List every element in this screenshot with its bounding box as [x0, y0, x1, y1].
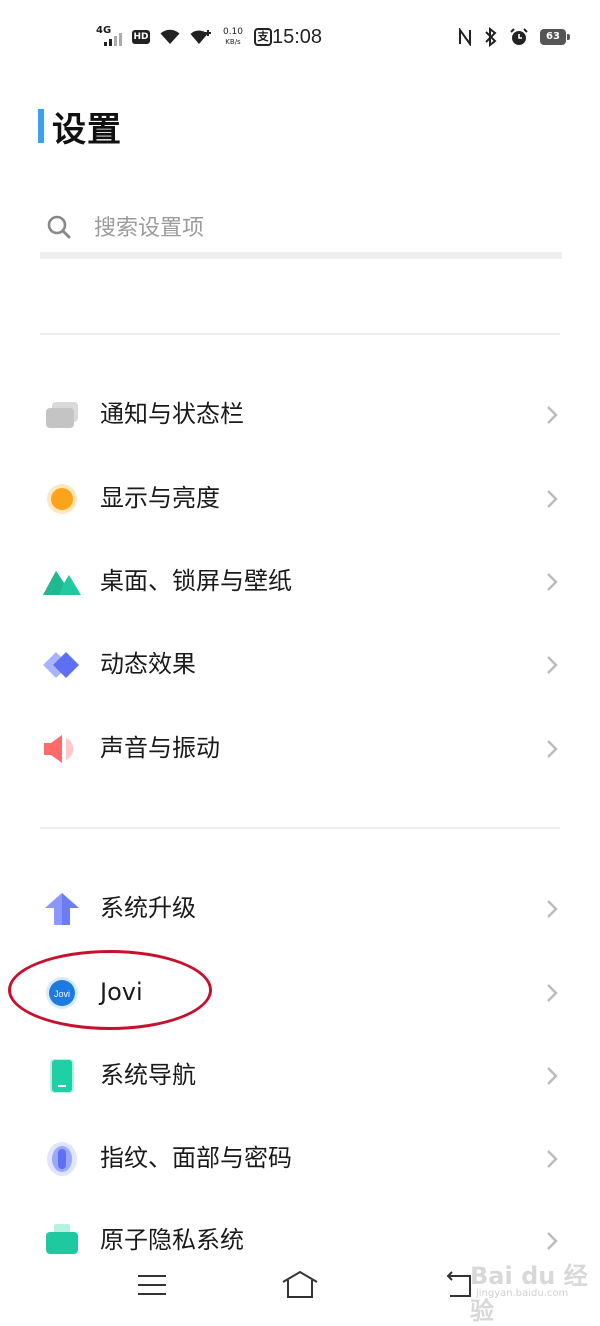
battery-indicator: 63: [540, 29, 570, 45]
settings-item-label: 系统升级: [100, 894, 196, 922]
settings-item-notification[interactable]: 通知与状态栏: [0, 374, 600, 454]
net-speed-value: 0.10: [222, 27, 244, 37]
settings-item-label: 声音与振动: [100, 734, 220, 762]
svg-text:Jovi: Jovi: [54, 989, 70, 999]
wifi-hotspot-icon: [190, 30, 211, 44]
status-left: 4G HD 0.10 KB/s 支: [96, 22, 272, 52]
settings-item-label: 桌面、锁屏与壁纸: [100, 567, 292, 595]
net-speed-unit: KB/s: [225, 38, 241, 46]
settings-item-sound[interactable]: 声音与振动: [0, 708, 600, 788]
settings-item-wallpaper[interactable]: 桌面、锁屏与壁纸: [0, 541, 600, 621]
page-header: 设置: [38, 104, 122, 150]
settings-item-label: 显示与亮度: [100, 484, 220, 512]
settings-item-label: 指纹、面部与密码: [100, 1144, 292, 1172]
chevron-right-icon: [547, 1067, 558, 1085]
phone-navigation-icon: [50, 1059, 74, 1093]
settings-item-system-upgrade[interactable]: 系统升级: [0, 868, 600, 948]
speaker-icon: [44, 735, 74, 763]
menu-icon[interactable]: [132, 1270, 172, 1300]
watermark-url: jingyan.baidu.com: [476, 1288, 569, 1299]
alarm-icon: [510, 28, 528, 45]
jovi-icon: Jovi: [46, 977, 78, 1009]
search-icon: [47, 215, 71, 239]
chevron-right-icon: [547, 1150, 558, 1168]
settings-item-label: 系统导航: [100, 1061, 196, 1089]
watermark-logo: Bai du 经验 jingyan.baidu.com: [470, 1256, 590, 1325]
animation-icon: [43, 652, 79, 678]
chevron-right-icon: [547, 573, 558, 591]
clock: 15:08: [272, 26, 323, 48]
search-input[interactable]: [92, 208, 536, 248]
settings-item-fingerprint[interactable]: 指纹、面部与密码: [0, 1118, 600, 1198]
alipay-icon: 支: [254, 28, 272, 46]
page-title: 设置: [52, 109, 122, 150]
chevron-right-icon: [547, 740, 558, 758]
hd-badge: HD: [132, 30, 150, 44]
search-underline: [40, 252, 562, 259]
fingerprint-icon: [47, 1142, 77, 1176]
signal-icon: 4G: [96, 26, 122, 48]
chevron-right-icon: [547, 984, 558, 1002]
chevron-right-icon: [547, 406, 558, 424]
net-speed: 0.10 KB/s: [222, 27, 244, 47]
chevron-right-icon: [547, 900, 558, 918]
upgrade-arrow-icon: [45, 893, 79, 925]
settings-item-label: Jovi: [100, 978, 143, 1006]
title-accent-bar: [38, 109, 44, 143]
home-icon[interactable]: [280, 1270, 320, 1300]
section-divider: [40, 333, 560, 335]
status-bar: 4G HD 0.10 KB/s 支 15:08 63: [0, 0, 600, 72]
chevron-right-icon: [547, 656, 558, 674]
wifi-icon: [160, 29, 180, 44]
settings-item-jovi[interactable]: Jovi Jovi: [0, 952, 600, 1032]
nfc-icon: [459, 28, 471, 46]
chevron-right-icon: [547, 1232, 558, 1250]
section-divider: [40, 827, 560, 829]
bluetooth-icon: [485, 27, 497, 47]
settings-item-animation[interactable]: 动态效果: [0, 624, 600, 704]
search-bar[interactable]: [40, 200, 562, 252]
notification-bar-icon: [46, 402, 78, 428]
chevron-right-icon: [547, 490, 558, 508]
settings-item-display[interactable]: 显示与亮度: [0, 458, 600, 538]
status-right: 63: [458, 26, 570, 48]
brightness-icon: [47, 484, 77, 514]
wallpaper-icon: [43, 571, 81, 595]
settings-item-label: 通知与状态栏: [100, 400, 244, 428]
settings-item-label: 动态效果: [100, 650, 196, 678]
settings-item-navigation[interactable]: 系统导航: [0, 1035, 600, 1115]
